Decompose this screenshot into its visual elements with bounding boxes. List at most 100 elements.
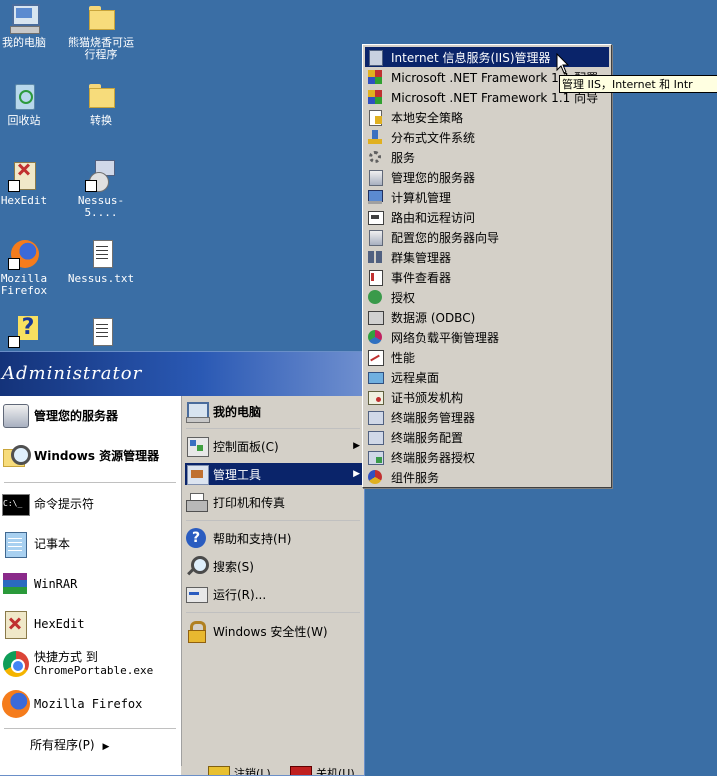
start-menu-pinned-list: 管理您的服务器 Windows 资源管理器 C:\_ 命令提示符 记事本 Win… — [0, 396, 181, 775]
start-item-printers[interactable]: 打印机和传真 — [185, 491, 364, 513]
search-icon — [185, 556, 209, 576]
submenu-item-certificate-authority[interactable]: 证书颁发机构 — [365, 387, 609, 407]
desktop-icon-nessus-installer[interactable]: Nessus-5.... — [66, 160, 136, 219]
separator — [186, 428, 360, 429]
submenu-item-nlb-manager[interactable]: 网络负载平衡管理器 — [365, 327, 609, 347]
arrow-right-icon: ▶ — [353, 441, 360, 451]
help-shortcut-icon: ? — [8, 316, 40, 348]
start-item-label: Windows 资源管理器 — [34, 448, 160, 463]
cmd-icon: C:\_ — [1, 489, 31, 519]
submenu-item-local-security-policy[interactable]: 本地安全策略 — [365, 107, 609, 127]
submenu-item-services[interactable]: 服务 — [365, 147, 609, 167]
start-item-label: Windows 安全性(W) — [213, 624, 328, 639]
desktop-icon-text-file[interactable] — [66, 316, 136, 351]
performance-icon — [367, 349, 385, 366]
submenu-item-label: 数据源 (ODBC) — [391, 310, 476, 325]
start-item-windows-security[interactable]: Windows 安全性(W) — [185, 620, 364, 643]
arrow-right-icon: ▶ — [353, 469, 360, 479]
separator — [4, 482, 176, 483]
submenu-item-ts-config[interactable]: 终端服务配置 — [365, 427, 609, 447]
all-programs-button[interactable]: 所有程序(P) ▶ — [30, 736, 109, 753]
submenu-item-label: 服务 — [391, 150, 416, 165]
start-item-label: 搜索(S) — [213, 559, 254, 574]
separator — [186, 612, 360, 613]
logoff-button[interactable]: 注销(L) — [208, 766, 271, 775]
submenu-item-label: 证书颁发机构 — [391, 390, 464, 405]
start-item-notepad[interactable]: 记事本 — [0, 526, 181, 562]
text-file-icon — [85, 316, 117, 348]
submenu-item-iis-manager[interactable]: Internet 信息服务(IIS)管理器 — [365, 47, 609, 67]
start-item-run[interactable]: 运行(R)... — [185, 583, 364, 605]
arrow-right-icon: ▶ — [102, 742, 110, 752]
shutdown-label: 关机(U) — [316, 767, 355, 776]
submenu-item-label: 路由和远程访问 — [391, 210, 476, 225]
start-menu-footer: 注销(L) 关机(U) — [181, 766, 364, 776]
desktop-icon-label: 我的电脑 — [2, 36, 46, 49]
net-framework-icon — [367, 89, 385, 105]
submenu-item-cluster-admin[interactable]: 群集管理器 — [365, 247, 609, 267]
desktop-icon-my-computer[interactable]: 我的电脑 — [0, 2, 59, 49]
submenu-item-ts-licensing[interactable]: 终端服务器授权 — [365, 447, 609, 467]
desktop-icon-hexedit[interactable]: HexEdit — [0, 160, 59, 207]
submenu-item-ts-manager[interactable]: 终端服务管理器 — [365, 407, 609, 427]
start-item-control-panel[interactable]: 控制面板(C) ▶ — [185, 435, 364, 457]
desktop-icon-recycle-bin[interactable]: 回收站 — [0, 80, 59, 127]
start-item-label: HexEdit — [34, 616, 85, 631]
start-item-manage-server[interactable]: 管理您的服务器 — [0, 398, 181, 434]
power-icon — [290, 766, 312, 775]
start-item-my-computer[interactable]: 我的电脑 — [185, 400, 364, 423]
desktop-icon-folder-panda[interactable]: 熊猫烧香可运行程序 — [66, 2, 136, 61]
start-item-search[interactable]: 搜索(S) — [185, 555, 364, 577]
hexedit-icon — [1, 609, 31, 639]
submenu-item-label: 远程桌面 — [391, 370, 440, 385]
start-item-cmd[interactable]: C:\_ 命令提示符 — [0, 486, 181, 522]
submenu-item-manage-server[interactable]: 管理您的服务器 — [365, 167, 609, 187]
start-item-help[interactable]: ? 帮助和支持(H) — [185, 527, 364, 549]
user-name: Administrator — [2, 363, 143, 384]
desktop-icon-label: 熊猫烧香可运行程序 — [68, 36, 134, 61]
submenu-item-licensing[interactable]: 授权 — [365, 287, 609, 307]
tooltip-text: 管理 IIS，Internet 和 Intr — [562, 78, 693, 91]
submenu-item-label: 计算机管理 — [391, 190, 452, 205]
submenu-item-dfs[interactable]: 分布式文件系统 — [365, 127, 609, 147]
firefox-icon — [8, 238, 40, 270]
printer-icon — [185, 492, 209, 512]
shutdown-button[interactable]: 关机(U) — [290, 766, 355, 776]
chrome-icon — [1, 649, 31, 679]
desktop-icon-label: 回收站 — [7, 114, 41, 127]
remote-desktop-icon — [367, 369, 385, 385]
security-icon — [185, 621, 209, 643]
start-item-explorer[interactable]: Windows 资源管理器 — [0, 438, 181, 474]
component-services-icon — [367, 469, 385, 485]
start-item-hexedit[interactable]: HexEdit — [0, 606, 181, 642]
start-item-label-secondary: ChromePortable.exe — [34, 664, 154, 677]
start-item-label: 命令提示符 — [34, 496, 95, 511]
start-item-chrome-portable[interactable]: 快捷方式 到 ChromePortable.exe — [0, 646, 181, 682]
iis-manager-icon — [367, 49, 385, 66]
submenu-item-component-services[interactable]: 组件服务 — [365, 467, 609, 487]
hexedit-icon — [8, 160, 40, 192]
start-item-admin-tools[interactable]: 管理工具 ▶ — [185, 463, 364, 485]
tooltip: 管理 IIS，Internet 和 Intr — [559, 75, 717, 93]
net-framework-icon — [367, 69, 385, 85]
notepad-icon — [1, 529, 31, 559]
submenu-item-label: 分布式文件系统 — [391, 130, 476, 145]
desktop-icon-label: Mozilla Firefox — [0, 272, 48, 297]
desktop-icon-folder-convert[interactable]: 转换 — [66, 80, 136, 127]
submenu-item-configure-server-wizard[interactable]: 配置您的服务器向导 — [365, 227, 609, 247]
submenu-item-label: 终端服务配置 — [391, 430, 464, 445]
start-item-label: 帮助和支持(H) — [213, 531, 292, 546]
submenu-item-computer-management[interactable]: 计算机管理 — [365, 187, 609, 207]
submenu-item-odbc[interactable]: 数据源 (ODBC) — [365, 307, 609, 327]
event-viewer-icon — [367, 269, 385, 286]
submenu-item-performance[interactable]: 性能 — [365, 347, 609, 367]
desktop-icon-nessus-txt[interactable]: Nessus.txt — [66, 238, 136, 285]
start-item-label: Mozilla Firefox — [34, 696, 143, 711]
start-item-firefox[interactable]: Mozilla Firefox — [0, 686, 181, 722]
submenu-item-routing-remote-access[interactable]: 路由和远程访问 — [365, 207, 609, 227]
submenu-item-event-viewer[interactable]: 事件查看器 — [365, 267, 609, 287]
submenu-item-remote-desktop[interactable]: 远程桌面 — [365, 367, 609, 387]
start-item-winrar[interactable]: WinRAR — [0, 566, 181, 602]
desktop-icon-help-shortcut[interactable]: ? — [0, 316, 59, 351]
desktop-icon-firefox[interactable]: Mozilla Firefox — [0, 238, 59, 297]
